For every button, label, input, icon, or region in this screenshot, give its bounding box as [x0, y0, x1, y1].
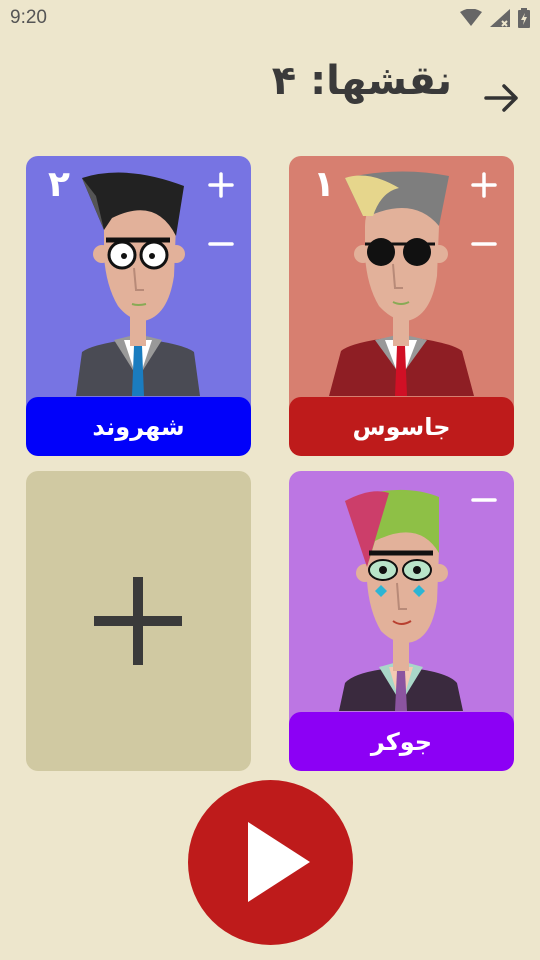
role-label-bar: شهروند [26, 397, 251, 456]
signal-icon [490, 9, 510, 27]
role-card-joker[interactable]: جوکر [289, 471, 514, 771]
role-count: ۲ [48, 164, 70, 205]
battery-icon [518, 8, 530, 28]
status-bar: 9:20 [0, 0, 540, 36]
role-label-bar: جوکر [289, 712, 514, 771]
arrow-right-icon[interactable] [482, 78, 522, 118]
role-count: ۱ [313, 164, 335, 205]
role-name: جوکر [370, 727, 433, 756]
minus-icon[interactable] [470, 230, 498, 258]
role-name: شهروند [92, 412, 185, 441]
role-card-citizen[interactable]: ۲ شهروند [26, 156, 251, 456]
play-button[interactable] [188, 780, 353, 945]
role-card-spy[interactable]: ۱ جاسوس [289, 156, 514, 456]
plus-icon[interactable] [207, 171, 235, 199]
plus-icon [94, 577, 182, 665]
plus-icon[interactable] [470, 171, 498, 199]
add-role-button[interactable] [26, 471, 251, 771]
status-icons [460, 8, 530, 28]
play-icon [248, 822, 310, 902]
header: نقشها: ۴ [0, 50, 540, 120]
page-title: نقشها: ۴ [271, 58, 452, 104]
minus-icon[interactable] [470, 486, 498, 514]
role-label-bar: جاسوس [289, 397, 514, 456]
minus-icon[interactable] [207, 230, 235, 258]
wifi-icon [460, 9, 482, 26]
role-name: جاسوس [352, 412, 451, 441]
status-time: 9:20 [10, 7, 47, 28]
